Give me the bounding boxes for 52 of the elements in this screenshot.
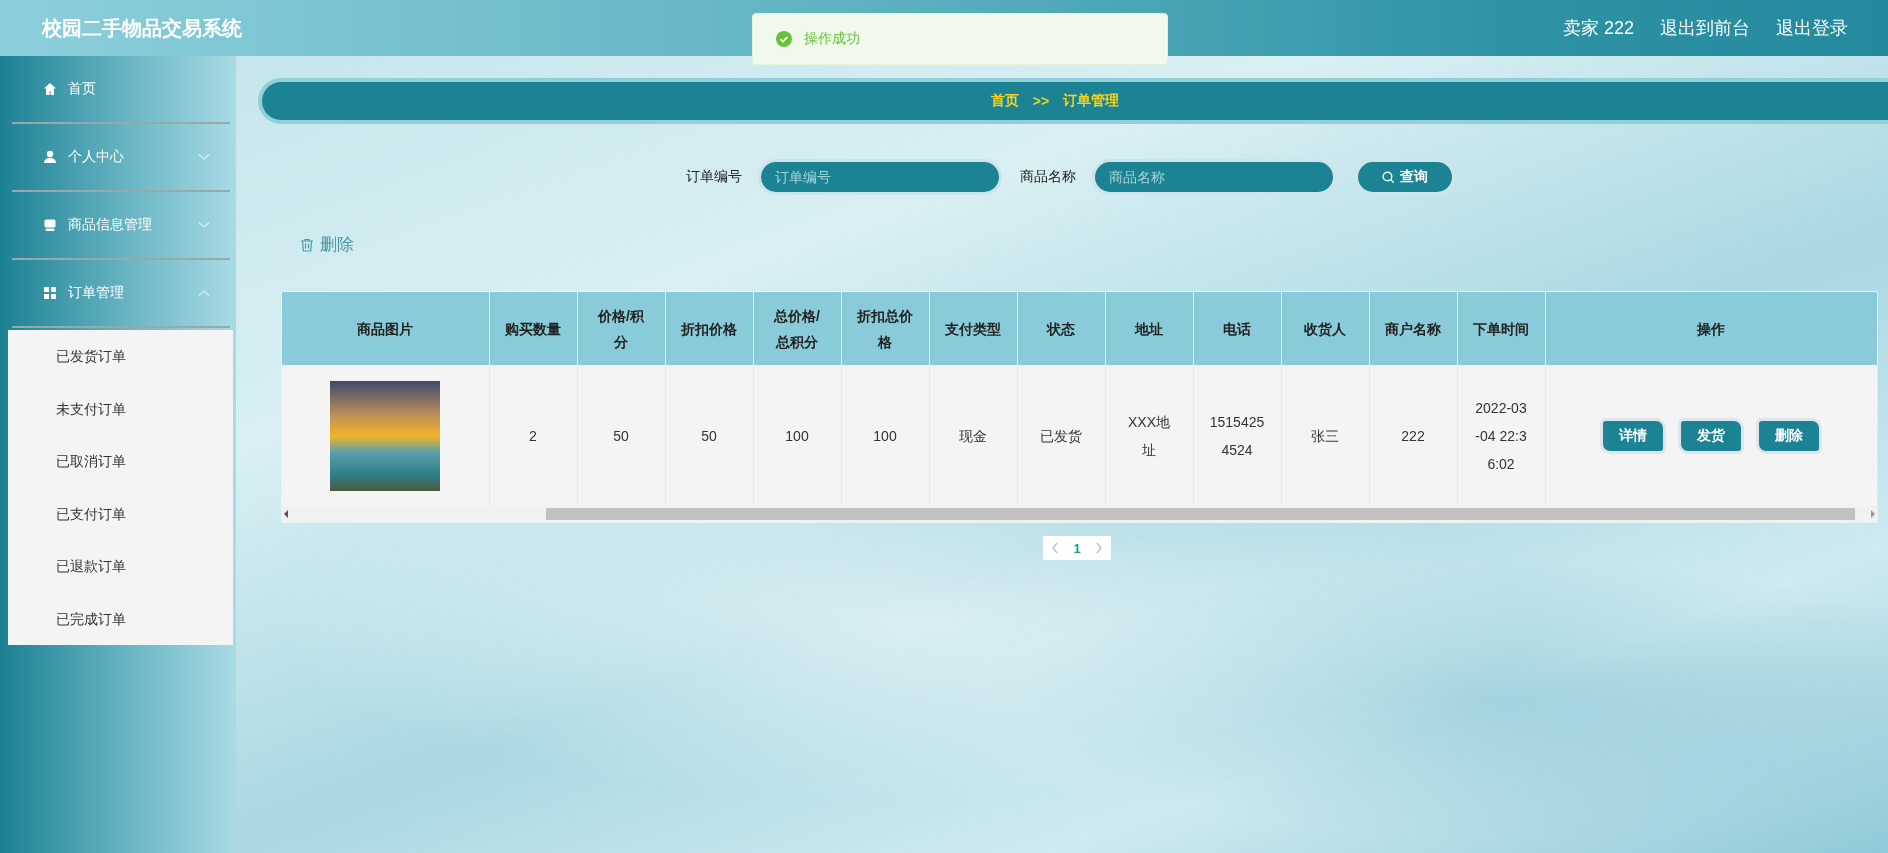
column-header: 价格/积分 xyxy=(577,292,665,365)
column-header: 状态 xyxy=(1017,292,1105,365)
page-number[interactable]: 1 xyxy=(1073,540,1081,556)
header-link[interactable]: 退出到前台 xyxy=(1660,16,1750,40)
column-header: 折扣总价格 xyxy=(841,292,929,365)
column-header: 支付类型 xyxy=(929,292,1017,365)
delete-link[interactable]: 删除 xyxy=(300,233,354,256)
header-link[interactable]: 退出登录 xyxy=(1776,16,1848,40)
user-name: 卖家 222 xyxy=(1562,17,1634,40)
user-icon xyxy=(43,150,57,164)
breadcrumb-separator: >> xyxy=(1032,93,1050,109)
submenu-item[interactable]: 已支付订单 xyxy=(8,487,233,540)
column-header: 总价格/总积分 xyxy=(753,292,841,365)
action-button[interactable]: 发货 xyxy=(1678,417,1744,454)
search-icon xyxy=(1382,171,1394,183)
sidebar-item[interactable]: 订单管理 xyxy=(12,260,230,328)
column-header: 地址 xyxy=(1105,292,1193,365)
column-header: 折扣价格 xyxy=(665,292,753,365)
submenu-item[interactable]: 已退款订单 xyxy=(8,540,233,593)
column-header: 下单时间 xyxy=(1457,292,1545,365)
column-header: 收货人 xyxy=(1281,292,1369,365)
submenu-item[interactable]: 已完成订单 xyxy=(8,592,233,645)
submenu-item[interactable]: 已取消订单 xyxy=(8,435,233,488)
grid-icon xyxy=(43,286,57,300)
column-header: 电话 xyxy=(1193,292,1281,365)
submenu-item[interactable]: 已发货订单 xyxy=(8,330,233,383)
trash-icon xyxy=(300,237,314,252)
horizontal-scrollbar[interactable] xyxy=(282,506,1877,522)
tray-icon xyxy=(43,218,57,232)
success-icon xyxy=(776,31,792,47)
column-header: 操作 xyxy=(1545,292,1877,365)
search-field[interactable]: 商品名称 xyxy=(1092,159,1336,195)
field-label: 商品名称 xyxy=(1020,168,1076,186)
column-header: 商户名称 xyxy=(1369,292,1457,365)
previous-icon xyxy=(1051,542,1060,554)
sidebar-item[interactable]: 商品信息管理 xyxy=(12,192,230,260)
field-label: 订单编号 xyxy=(686,168,742,186)
action-button[interactable]: 删除 xyxy=(1756,417,1822,454)
search-field[interactable]: 订单编号 xyxy=(758,159,1002,195)
sidebar-item[interactable]: 个人中心 xyxy=(12,124,230,192)
app-title: 校园二手物品交易系统 xyxy=(42,15,242,41)
breadcrumb-link[interactable]: 首页 xyxy=(990,92,1019,110)
next-icon xyxy=(1094,542,1103,554)
sidebar-item[interactable]: 首页 xyxy=(12,56,230,124)
submenu-item[interactable]: 未支付订单 xyxy=(8,382,233,435)
action-button[interactable]: 详情 xyxy=(1600,417,1666,454)
toast-text: 操作成功 xyxy=(804,30,860,48)
breadcrumb-link[interactable]: 订单管理 xyxy=(1063,92,1120,110)
search-button[interactable]: 查询 xyxy=(1354,158,1456,196)
column-header: 商品图片 xyxy=(282,292,489,365)
home-icon xyxy=(43,82,57,96)
column-header: 购买数量 xyxy=(489,292,577,365)
